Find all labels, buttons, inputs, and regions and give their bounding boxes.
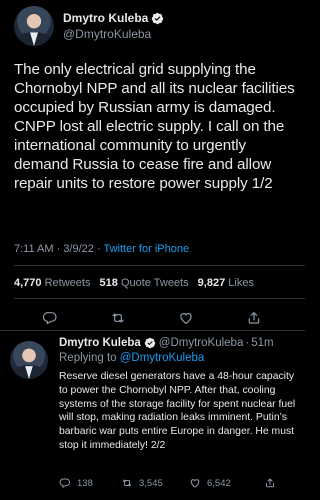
reply-author-avatar[interactable] (10, 341, 48, 379)
retweet-count: 3,545 (139, 477, 163, 489)
likes-count: 9,827 (197, 277, 226, 289)
tweet-metadata: 7:11 AM · 3/9/22 · Twitter for iPhone (14, 243, 189, 255)
replying-to-handle[interactable]: @DmytroKuleba (120, 352, 205, 364)
like-icon[interactable] (178, 310, 194, 326)
retweet-icon[interactable] (110, 310, 126, 326)
quotes-stat[interactable]: 518 Quote Tweets (100, 277, 189, 289)
tweet-timestamp[interactable]: 7:11 AM · 3/9/22 · (14, 243, 103, 255)
share-icon (266, 478, 274, 488)
author-name-row[interactable]: Dmytro Kuleba (63, 11, 164, 25)
like-count: 6,542 (207, 477, 231, 489)
replying-to: Replying to @DmytroKuleba (59, 352, 204, 364)
tweet-thread: Dmytro Kuleba @DmytroKuleba The only ele… (0, 0, 305, 500)
reply-share-button[interactable] (264, 477, 282, 489)
reply-action-bar: 138 3,545 6,542 (59, 477, 299, 491)
author-name[interactable]: Dmytro Kuleba (63, 11, 148, 25)
author-avatar[interactable] (14, 6, 54, 46)
author-handle[interactable]: @DmytroKuleba (63, 27, 151, 41)
tweet-client[interactable]: Twitter for iPhone (103, 243, 189, 255)
divider (14, 265, 305, 266)
share-icon[interactable] (246, 310, 262, 326)
separator: · (245, 337, 250, 349)
quotes-label: Quote Tweets (120, 277, 189, 289)
reply-timestamp[interactable]: 51m (251, 337, 273, 349)
reply-body: Reserve diesel generators have a 48-hour… (59, 371, 296, 451)
retweet-icon (122, 479, 132, 487)
reply-retweet-button[interactable]: 3,545 (121, 477, 163, 489)
likes-stat[interactable]: 9,827 Likes (198, 277, 254, 289)
tweet-action-bar (0, 310, 305, 330)
reply-icon[interactable] (42, 310, 58, 326)
retweets-label: Retweets (44, 277, 91, 289)
divider (0, 330, 305, 331)
quotes-count: 518 (99, 277, 118, 289)
reply-author-name[interactable]: Dmytro Kuleba (59, 337, 141, 349)
reply-icon (59, 478, 70, 488)
engagement-stats: 4,770 Retweets 518 Quote Tweets 9,827 Li… (14, 277, 254, 289)
reply-like-button[interactable]: 6,542 (189, 477, 231, 489)
retweets-stat[interactable]: 4,770 Retweets (14, 277, 90, 289)
reply-reply-button[interactable]: 138 (59, 477, 93, 489)
reply-header: Dmytro Kuleba @DmytroKuleba · 51m (59, 337, 274, 349)
reply-author-handle[interactable]: @DmytroKuleba (159, 337, 244, 349)
like-icon (190, 479, 200, 488)
verified-badge-icon (144, 337, 156, 349)
replying-label: Replying to (59, 352, 120, 364)
likes-label: Likes (228, 277, 254, 289)
retweets-count: 4,770 (14, 277, 42, 289)
tweet-body: The only electrical grid supplying the C… (14, 61, 295, 192)
divider (14, 298, 305, 299)
reply-count: 138 (77, 477, 93, 489)
verified-badge-icon (152, 12, 164, 24)
